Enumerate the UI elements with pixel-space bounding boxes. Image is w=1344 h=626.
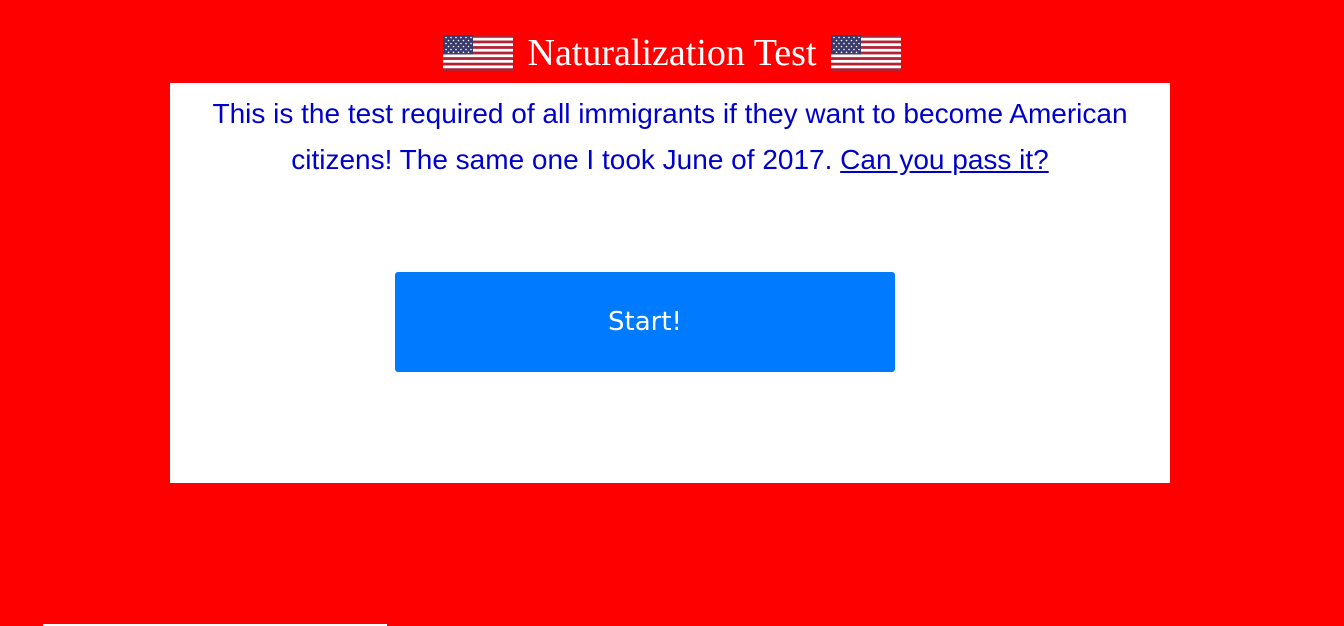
intro-paragraph: This is the test required of all immigra…	[170, 91, 1170, 183]
page-header: Naturalization Test	[0, 28, 1344, 78]
page-title: Naturalization Test	[527, 32, 817, 74]
us-flag-icon	[831, 35, 901, 71]
intro-card: This is the test required of all immigra…	[170, 83, 1170, 483]
us-flag-icon	[443, 35, 513, 71]
start-button[interactable]: Start!	[395, 272, 895, 372]
can-you-pass-it-link[interactable]: Can you pass it?	[840, 144, 1049, 175]
